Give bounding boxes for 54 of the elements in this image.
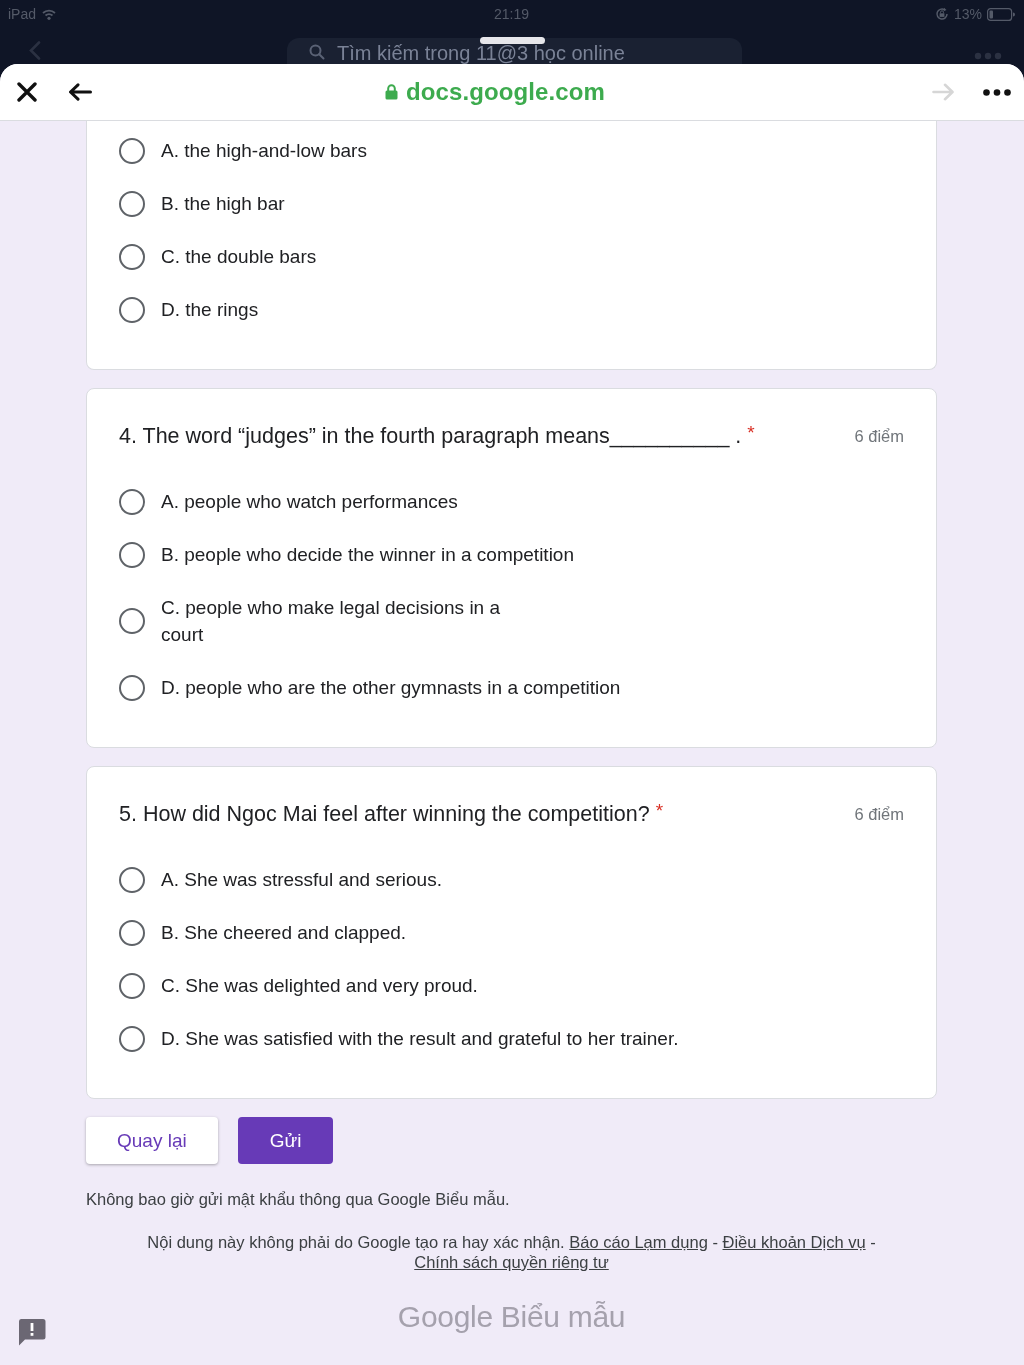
drag-handle[interactable] [480, 37, 545, 44]
required-asterisk: * [747, 422, 755, 444]
radio-button[interactable] [119, 608, 145, 634]
footer-link[interactable]: Điều khoản Dịch vụ [722, 1233, 866, 1251]
question-title: 5. How did Ngoc Mai feel after winning the competition? [119, 801, 650, 828]
rotation-lock-icon [934, 7, 949, 21]
required-asterisk: * [655, 800, 664, 822]
option-label[interactable]: D. She was satisfied with the result and grateful to her trainer. [161, 1025, 679, 1052]
option-label[interactable]: A. people who watch performances [161, 488, 458, 515]
footer-link[interactable]: Báo cáo Lạm dụng [569, 1233, 708, 1251]
more-icon[interactable] [983, 88, 1011, 96]
option-label[interactable]: A. the high-and-low bars [161, 137, 367, 164]
submit-button[interactable]: Gửi [237, 1117, 334, 1164]
option-label[interactable]: C. people who make legal decisions in a court [161, 594, 501, 648]
footer-link[interactable]: Chính sách quyền riêng tư [414, 1253, 609, 1271]
search-field[interactable]: Tìm kiếm trong 11@3 học online [287, 38, 742, 64]
radio-button[interactable] [119, 1025, 145, 1052]
clock-time: 21:19 [493, 6, 529, 22]
question-title: 4. The word “judges” in the fourth paragraph means__________ . [119, 423, 742, 450]
points-label: 6 điểm [854, 804, 904, 824]
option-label[interactable]: B. the high bar [161, 190, 285, 217]
option-label[interactable]: C. She was delighted and very proud. [161, 972, 478, 999]
option-label[interactable]: B. people who decide the winner in a competition [161, 541, 574, 568]
battery-percentage: 13% [953, 6, 982, 22]
option-label[interactable]: D. the rings [161, 296, 259, 323]
radio-button[interactable] [119, 919, 145, 946]
back-chevron-icon [29, 41, 41, 60]
disclaimer-text: Nội dung này không phải do Google tạo ra hay xác nhận. Báo cáo Lạm dụng - Điều khoản Dịch vụ - Chính sách quyền riêng tư [146, 1232, 877, 1272]
radio-button[interactable] [119, 541, 145, 568]
option-label[interactable]: A. She was stressful and serious. [161, 866, 442, 893]
radio-button[interactable] [119, 190, 145, 217]
battery-icon [987, 7, 1015, 21]
back-button[interactable]: Quay lại [86, 1117, 218, 1164]
password-warning-text: Không bao giờ gửi mật khẩu thông qua Google Biểu mẫu. [86, 1189, 511, 1209]
feedback-icon[interactable] [18, 1318, 46, 1346]
option-label[interactable]: C. the double bars [161, 243, 317, 270]
more-icon [974, 52, 1002, 60]
close-icon[interactable] [17, 82, 37, 102]
lock-icon [385, 84, 399, 100]
points-label: 6 điểm [854, 426, 904, 446]
radio-button[interactable] [119, 296, 145, 323]
radio-button[interactable] [119, 674, 145, 701]
option-label[interactable]: B. She cheered and clapped. [161, 919, 407, 946]
forms-logo: Google Biểu mẫu [397, 1299, 626, 1335]
radio-button[interactable] [119, 137, 145, 164]
wifi-icon [42, 8, 57, 20]
radio-button[interactable] [119, 866, 145, 893]
option-label[interactable]: D. people who are the other gymnasts in a competition [161, 674, 621, 701]
search-icon [309, 44, 325, 60]
carrier-label: iPad [8, 6, 37, 22]
back-arrow-icon[interactable] [68, 83, 92, 101]
radio-button[interactable] [119, 972, 145, 999]
radio-button[interactable] [119, 243, 145, 270]
radio-button[interactable] [119, 488, 145, 515]
